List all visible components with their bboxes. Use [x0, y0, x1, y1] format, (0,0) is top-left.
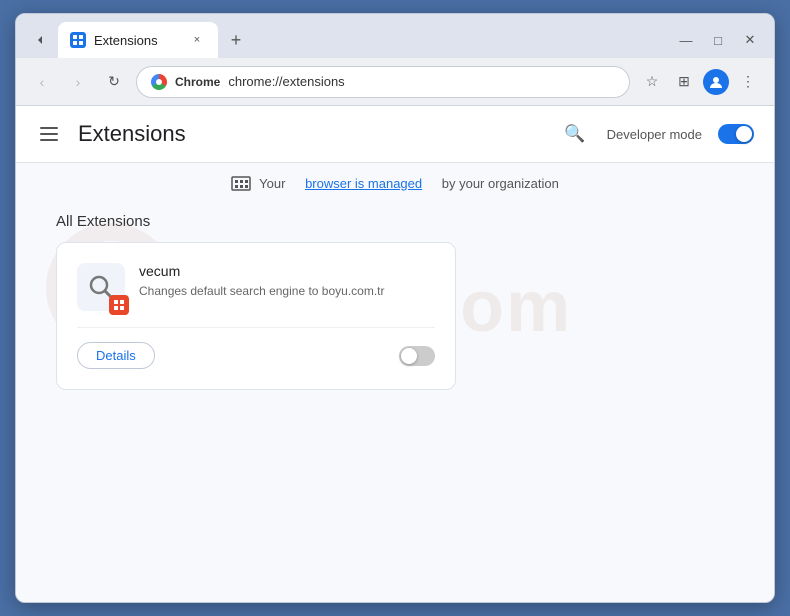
profile-icon — [703, 69, 729, 95]
tab-prev-button[interactable] — [26, 26, 54, 54]
developer-mode-label: Developer mode — [607, 127, 702, 142]
title-bar: Extensions × + — □ ✕ — [16, 14, 774, 58]
window-controls: — □ ✕ — [672, 26, 764, 54]
tab-close-button[interactable]: × — [188, 31, 206, 49]
chrome-label: Chrome — [175, 75, 220, 89]
managed-link[interactable]: browser is managed — [305, 176, 422, 191]
extension-badge-icon — [109, 295, 129, 315]
extensions-main: risk4.com All Extensions — [16, 203, 774, 410]
managed-text-before: Your — [259, 176, 285, 191]
managed-notice: Your browser is managed by your organiza… — [16, 163, 774, 203]
extension-description: Changes default search engine to boyu.co… — [139, 283, 435, 300]
extension-name: vecum — [139, 263, 435, 279]
developer-mode-toggle[interactable] — [718, 124, 754, 144]
extension-toggle[interactable] — [399, 346, 435, 366]
sidebar-toggle-button[interactable] — [36, 123, 62, 145]
header-right: 🔍 Developer mode — [559, 118, 754, 150]
tab-favicon — [70, 32, 86, 48]
profile-button[interactable] — [702, 68, 730, 96]
extension-card-header: vecum Changes default search engine to b… — [77, 263, 435, 311]
building-icon — [231, 175, 251, 191]
maximize-button[interactable]: □ — [704, 26, 732, 54]
url-text: chrome://extensions — [228, 74, 615, 89]
tab-title: Extensions — [94, 33, 180, 48]
browser-menu-button[interactable]: ⋮ — [734, 68, 762, 96]
page-title: Extensions — [78, 121, 186, 147]
chrome-logo-icon — [151, 74, 167, 90]
page-content: Extensions 🔍 Developer mode Y — [16, 106, 774, 602]
bookmark-button[interactable]: ☆ — [638, 68, 666, 96]
extension-info: vecum Changes default search engine to b… — [139, 263, 435, 300]
section-title: All Extensions — [56, 213, 734, 230]
browser-window: Extensions × + — □ ✕ ‹ › ↻ — [15, 13, 775, 603]
extension-card: vecum Changes default search engine to b… — [56, 242, 456, 390]
details-button[interactable]: Details — [77, 342, 155, 369]
extensions-header: Extensions 🔍 Developer mode — [16, 106, 774, 163]
forward-button[interactable]: › — [64, 68, 92, 96]
close-button[interactable]: ✕ — [736, 26, 764, 54]
back-button[interactable]: ‹ — [28, 68, 56, 96]
new-tab-button[interactable]: + — [222, 26, 250, 54]
address-input[interactable]: Chrome chrome://extensions — [136, 66, 630, 98]
search-button[interactable]: 🔍 — [559, 118, 591, 150]
minimize-button[interactable]: — — [672, 26, 700, 54]
address-bar-icons: ☆ ⊞ ⋮ — [638, 68, 762, 96]
managed-text-after: by your organization — [442, 176, 559, 191]
active-tab[interactable]: Extensions × — [58, 22, 218, 58]
extension-card-footer: Details — [77, 327, 435, 369]
extensions-menu-button[interactable]: ⊞ — [670, 68, 698, 96]
refresh-button[interactable]: ↻ — [100, 68, 128, 96]
extension-icon-wrap — [77, 263, 125, 311]
address-bar: ‹ › ↻ Chrome chrome://extensions ☆ ⊞ ⋮ — [16, 58, 774, 106]
